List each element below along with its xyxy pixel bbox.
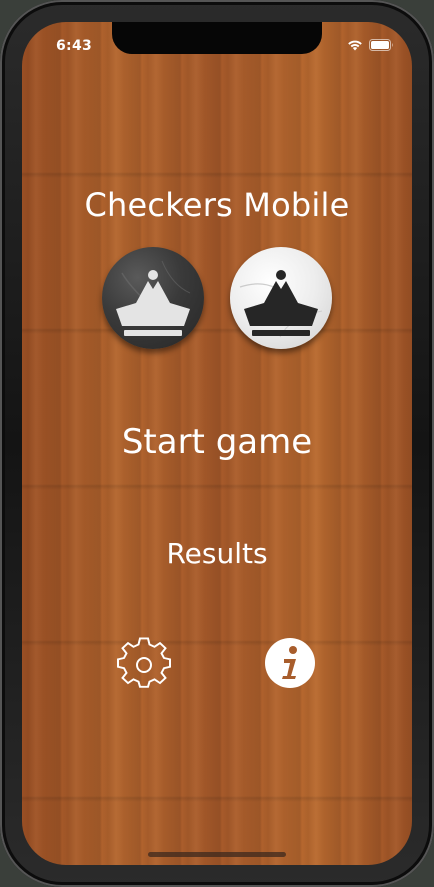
crown-icon (239, 270, 323, 338)
crown-icon (116, 260, 191, 336)
app-title: Checkers Mobile (84, 186, 350, 224)
dark-king-piece (102, 247, 204, 349)
light-king-piece (230, 247, 332, 349)
info-icon (265, 638, 315, 688)
status-icons (347, 39, 394, 51)
battery-icon (369, 39, 393, 51)
settings-button[interactable] (116, 635, 172, 691)
home-indicator (148, 852, 286, 857)
results-button[interactable]: Results (22, 537, 412, 570)
status-time: 6:43 (56, 38, 93, 54)
start-game-button[interactable]: Start game (22, 422, 412, 462)
app-screen: 6:43 Checkers Mobile Start game Results (22, 22, 412, 865)
info-button[interactable] (262, 635, 318, 691)
wifi-icon (348, 40, 362, 51)
device-frame: 6:43 Checkers Mobile Start game Results (0, 0, 434, 887)
gear-icon (117, 637, 171, 688)
notch (112, 22, 322, 54)
